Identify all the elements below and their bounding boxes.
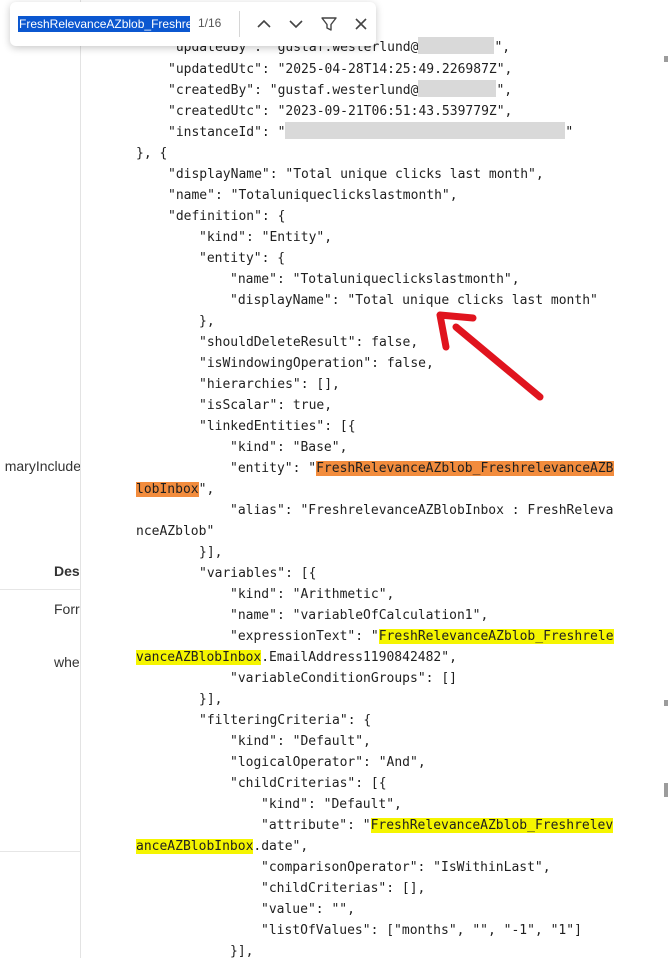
background-column-heading: Des xyxy=(54,563,80,579)
code-line: nceAZblob" xyxy=(136,524,215,539)
find-match-count: 1/16 xyxy=(198,16,222,30)
code-line: vanceAZBlobInbox.EmailAddress1190842482"… xyxy=(136,650,457,665)
code-line: "displayName": "Total unique clicks last… xyxy=(168,167,544,182)
match-highlight: anceAZBlobInbox xyxy=(136,839,254,854)
code-line: "isWindowingOperation": false, xyxy=(199,356,434,371)
close-icon xyxy=(355,18,367,30)
code-line: "kind": "Base", xyxy=(230,440,348,455)
code-line: }, { xyxy=(136,146,168,161)
code-line: "name": "Totaluniqueclickslastmonth", xyxy=(168,188,458,203)
code-line: "kind": "Arithmetic", xyxy=(230,587,395,602)
background-truncated-field: maryInclude xyxy=(0,455,81,479)
find-previous-button[interactable] xyxy=(254,14,274,34)
scrollbar-match-marker[interactable] xyxy=(664,783,668,797)
filter-icon xyxy=(321,17,337,31)
code-line: "createdUtc": "2023-09-21T06:51:43.53977… xyxy=(168,104,513,119)
match-highlight: FreshRelevanceAZblob_Freshrelev xyxy=(370,818,614,833)
find-input[interactable]: FreshRelevanceAZblob_Freshre xyxy=(18,15,190,33)
code-line: "variables": [{ xyxy=(199,566,317,581)
match-highlight: FreshRelevanceAZblob_Freshrele xyxy=(378,629,614,644)
code-line: "kind": "Default", xyxy=(230,734,371,749)
code-line: "kind": "Default", xyxy=(261,797,402,812)
json-viewer-panel[interactable]: "updatedBy": "gustaf.westerlund@ ", "upda… xyxy=(80,0,668,958)
redacted-block xyxy=(285,122,566,139)
code-line: "listOfValues": ["months", "", "-1", "1"… xyxy=(261,923,582,938)
background-divider-2 xyxy=(0,851,81,852)
code-line: }], xyxy=(199,692,223,707)
find-next-button[interactable] xyxy=(286,14,306,34)
chevron-down-icon xyxy=(289,20,303,29)
current-match-highlight: lobInbox xyxy=(136,482,199,497)
chevron-up-icon xyxy=(257,19,271,28)
code-line: "entity": "FreshRelevanceAZblob_Freshrel… xyxy=(230,461,614,476)
code-line: "isScalar": true, xyxy=(199,398,333,413)
code-line: "definition": { xyxy=(168,209,286,224)
current-match-highlight: FreshRelevanceAZblob_FreshrelevanceAZB xyxy=(316,461,614,476)
code-line: }, xyxy=(199,314,215,329)
find-query-text: FreshRelevanceAZblob_Freshre xyxy=(18,16,190,32)
code-line: "alias": "FreshrelevanceAZBlobInbox : Fr… xyxy=(230,503,614,518)
code-line: "expressionText": "FreshRelevanceAZblob_… xyxy=(230,629,614,644)
find-bar-divider xyxy=(239,11,240,37)
code-line: "name": "variableOfCalculation1", xyxy=(230,608,489,623)
match-highlight: vanceAZBlobInbox xyxy=(136,650,262,665)
code-line: lobInbox", xyxy=(136,482,215,497)
code-line: "hierarchies": [], xyxy=(199,377,340,392)
scrollbar-match-marker[interactable] xyxy=(664,56,668,62)
code-line: "childCriterias": [], xyxy=(261,881,426,896)
code-line: "variableConditionGroups": [] xyxy=(230,671,457,686)
code-line: "instanceId": " " xyxy=(168,122,573,143)
code-line: "entity": { xyxy=(199,251,286,266)
code-line: "kind": "Entity", xyxy=(199,230,333,245)
code-line: "comparisonOperator": "IsWithinLast", xyxy=(261,860,551,875)
code-line: anceAZBlobInbox.date", xyxy=(136,839,309,854)
background-row-1: Forr xyxy=(54,601,80,617)
code-line: }], xyxy=(199,545,223,560)
redacted-block xyxy=(418,37,495,54)
code-line: "childCriterias": [{ xyxy=(230,776,387,791)
code-line: "updatedUtc": "2025-04-28T14:25:49.22698… xyxy=(168,62,513,77)
background-truncated-text: maryInclude xyxy=(4,458,81,474)
code-line: "value": "", xyxy=(261,902,355,917)
redacted-block xyxy=(418,80,497,97)
background-row-2: whe xyxy=(54,654,80,670)
scrollbar-match-marker[interactable] xyxy=(664,700,668,706)
code-line: "linkedEntities": [{ xyxy=(199,419,356,434)
code-line: "shouldDeleteResult": false, xyxy=(199,335,419,350)
code-line: "name": "Totaluniqueclickslastmonth", xyxy=(230,272,520,287)
code-line: "attribute": "FreshRelevanceAZblob_Fresh… xyxy=(261,818,614,833)
code-line: "createdBy": "gustaf.westerlund@ ", xyxy=(168,80,512,101)
code-line: }], xyxy=(230,944,254,958)
find-bar: FreshRelevanceAZblob_Freshre 1/16 xyxy=(10,2,376,46)
background-divider xyxy=(0,589,81,590)
find-close-button[interactable] xyxy=(351,14,371,34)
find-filter-button[interactable] xyxy=(319,14,339,34)
code-line: "displayName": "Total unique clicks last… xyxy=(230,293,598,308)
code-line: "logicalOperator": "And", xyxy=(230,755,426,770)
code-line: "filteringCriteria": { xyxy=(199,713,372,728)
